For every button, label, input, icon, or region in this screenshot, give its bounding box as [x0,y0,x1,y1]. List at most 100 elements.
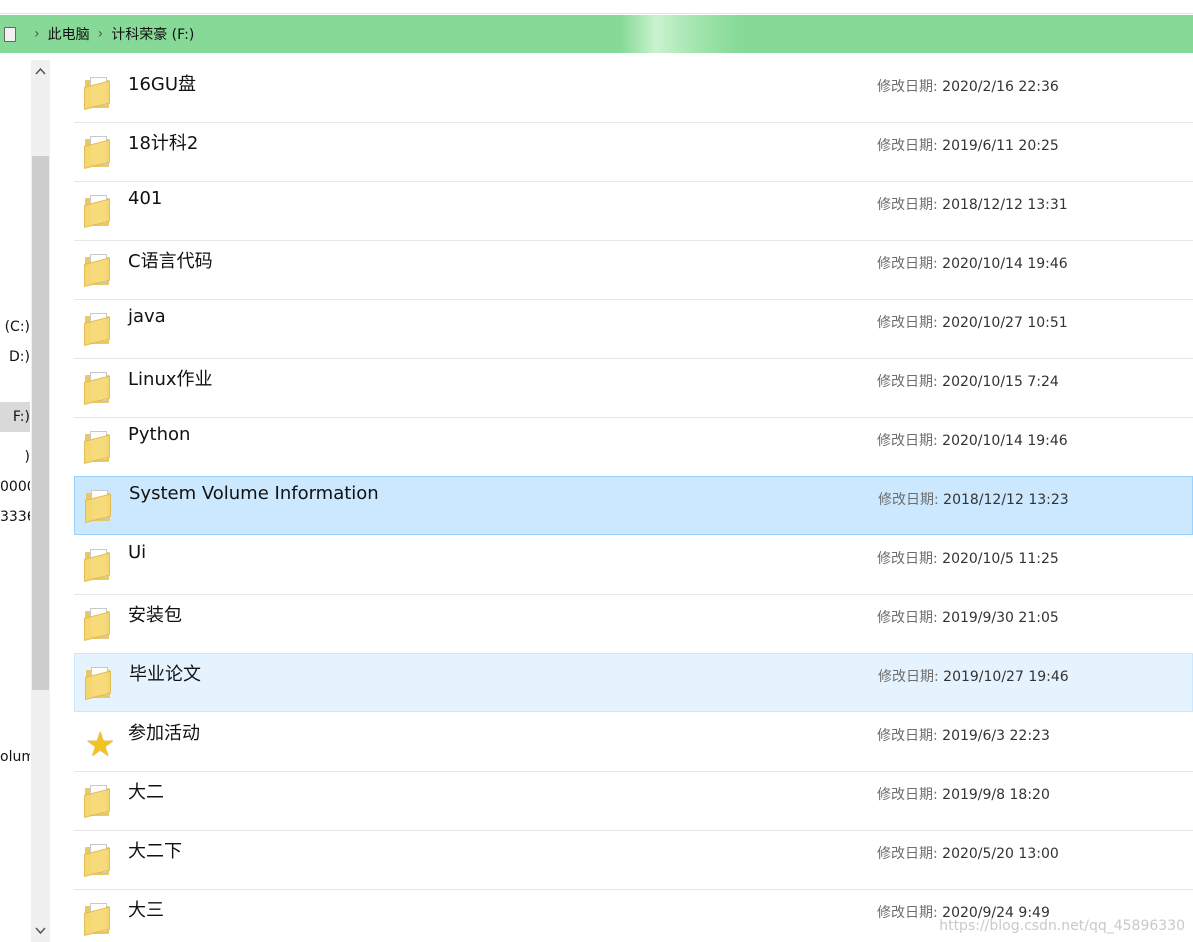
file-row[interactable]: C语言代码 修改日期: 2020/10/14 19:46 [74,241,1193,300]
file-name[interactable]: 16GU盘 [128,70,196,96]
file-name[interactable]: Linux作业 [128,365,213,391]
window-top-strip [0,0,1193,14]
file-name[interactable]: 参加活动 [128,719,200,745]
nav-item[interactable]: 0000 [0,472,30,502]
this-pc-icon[interactable] [2,25,16,43]
file-row[interactable]: Python 修改日期: 2020/10/14 19:46 [74,418,1193,477]
modified-date: 修改日期: 2020/5/20 13:00 [877,843,1059,863]
file-row[interactable]: 大三 修改日期: 2020/9/24 9:49 [74,890,1193,942]
modified-date: 修改日期: 2020/10/14 19:46 [877,430,1068,450]
modified-date-value: 2019/9/30 21:05 [942,610,1059,626]
file-name[interactable]: 毕业论文 [129,660,201,686]
file-name[interactable]: 安装包 [128,601,182,627]
folder-icon [82,900,114,938]
modified-date: 修改日期: 2020/2/16 22:36 [877,76,1059,96]
file-row[interactable]: 大二下 修改日期: 2020/5/20 13:00 [74,831,1193,890]
modified-date-value: 2019/6/11 20:25 [942,138,1059,154]
nav-item-drive-c[interactable]: (C:) [0,312,30,342]
modified-date-label: 修改日期: [877,551,943,567]
nav-item-label: D:) [9,349,30,365]
folder-icon [82,428,114,466]
chevron-right-icon[interactable]: › [34,26,40,42]
nav-item-label: 0000 [0,479,30,495]
modified-date-value: 2020/10/14 19:46 [942,256,1068,272]
modified-date-value: 2019/10/27 19:46 [943,669,1069,685]
file-row[interactable]: 401 修改日期: 2018/12/12 13:31 [74,182,1193,241]
file-name[interactable]: 401 [128,188,162,209]
modified-date: 修改日期: 2019/10/27 19:46 [878,666,1069,686]
file-row[interactable]: 安装包 修改日期: 2019/9/30 21:05 [74,595,1193,654]
modified-date: 修改日期: 2018/12/12 13:31 [877,194,1068,214]
modified-date-label: 修改日期: [877,315,943,331]
file-row[interactable]: 16GU盘 修改日期: 2020/2/16 22:36 [74,64,1193,123]
modified-date-label: 修改日期: [877,728,943,744]
modified-date: 修改日期: 2020/10/14 19:46 [877,253,1068,273]
nav-item[interactable]: ) [0,442,30,472]
folder-icon [82,251,114,289]
modified-date-value: 2018/12/12 13:23 [943,492,1069,508]
nav-item-label: (C:) [4,319,30,335]
file-name[interactable]: C语言代码 [128,247,213,273]
file-name[interactable]: 大二 [128,778,164,804]
folder-icon [82,841,114,879]
modified-date-label: 修改日期: [877,138,943,154]
file-name[interactable]: Python [128,424,190,445]
nav-item-label: ) [24,449,30,465]
address-bar[interactable]: › 此电脑 › 计科荣豪 (F:) [0,15,1193,53]
scroll-thumb[interactable] [32,156,49,690]
star-icon: ★ [85,725,116,765]
modified-date-value: 2020/5/20 13:00 [942,846,1059,862]
file-row[interactable]: Ui 修改日期: 2020/10/5 11:25 [74,536,1193,595]
folder-icon [83,487,115,525]
folder-icon [82,782,114,820]
watermark: https://blog.csdn.net/qq_45896330 [939,918,1185,934]
nav-scrollbar[interactable] [31,60,50,942]
modified-date-value: 2020/10/14 19:46 [942,433,1068,449]
file-row[interactable]: Linux作业 修改日期: 2020/10/15 7:24 [74,359,1193,418]
file-row[interactable]: 18计科2 修改日期: 2019/6/11 20:25 [74,123,1193,182]
modified-date-label: 修改日期: [877,256,943,272]
folder-icon [82,133,114,171]
nav-item[interactable]: 3336 [0,502,30,532]
scroll-up-icon[interactable] [31,60,50,82]
modified-date-value: 2020/10/15 7:24 [942,374,1059,390]
modified-date-label: 修改日期: [877,374,943,390]
file-row[interactable]: ★ 参加活动 修改日期: 2019/6/3 22:23 [74,713,1193,772]
modified-date: 修改日期: 2019/6/3 22:23 [877,725,1050,745]
folder-icon [82,192,114,230]
modified-date: 修改日期: 2020/10/5 11:25 [877,548,1059,568]
modified-date-label: 修改日期: [877,79,943,95]
file-row[interactable]: 大二 修改日期: 2019/9/8 18:20 [74,772,1193,831]
modified-date-label: 修改日期: [877,846,943,862]
file-name[interactable]: 大二下 [128,837,182,863]
navigation-pane: (C:) D:) F:) ) 0000 3336 olum [0,60,52,942]
file-name[interactable]: 大三 [128,896,164,922]
folder-icon [82,369,114,407]
modified-date-value: 2020/2/16 22:36 [942,79,1059,95]
modified-date: 修改日期: 2020/10/15 7:24 [877,371,1059,391]
modified-date: 修改日期: 2019/6/11 20:25 [877,135,1059,155]
modified-date-label: 修改日期: [877,905,943,921]
chevron-right-icon[interactable]: › [98,26,104,42]
nav-item[interactable]: olum [0,742,30,772]
modified-date-label: 修改日期: [878,669,944,685]
folder-icon [82,546,114,584]
modified-date-label: 修改日期: [877,197,943,213]
file-name[interactable]: Ui [128,542,146,563]
file-name[interactable]: 18计科2 [128,129,198,155]
file-row[interactable]: 毕业论文 修改日期: 2019/10/27 19:46 [74,653,1193,712]
nav-item-drive-d[interactable]: D:) [0,342,30,372]
file-row[interactable]: System Volume Information 修改日期: 2018/12/1… [74,476,1193,535]
breadcrumb-drive-f[interactable]: 计科荣豪 (F:) [111,24,194,44]
file-name[interactable]: java [128,306,166,327]
modified-date-value: 2020/10/27 10:51 [942,315,1068,331]
file-name[interactable]: System Volume Information [129,483,379,504]
breadcrumb-this-pc[interactable]: 此电脑 [48,24,90,44]
file-row[interactable]: java 修改日期: 2020/10/27 10:51 [74,300,1193,359]
folder-icon [83,664,115,702]
modified-date-value: 2018/12/12 13:31 [942,197,1068,213]
modified-date-label: 修改日期: [877,787,943,803]
nav-item-label: olum [0,749,30,765]
nav-item-drive-f[interactable]: F:) [0,402,30,432]
scroll-down-icon[interactable] [31,920,50,942]
